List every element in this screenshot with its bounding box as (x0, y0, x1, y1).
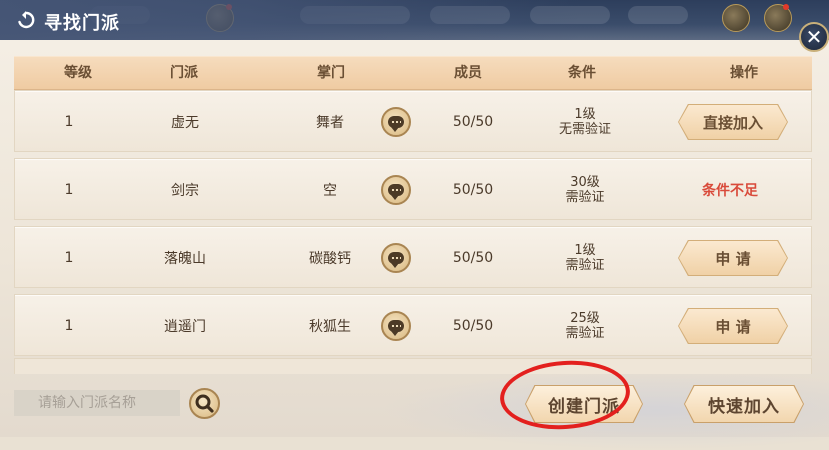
condition-level: 1级 (574, 243, 596, 258)
table-row: 1 逍遥门 秋狐生 50/50 25级 需验证 申 请 (14, 294, 812, 356)
header-sect: 门派 (170, 65, 198, 81)
condition-level: 30级 (570, 175, 600, 190)
condition-level: 1级 (574, 107, 596, 122)
row-level: 1 (64, 250, 74, 266)
back-arrow-icon[interactable] (16, 10, 36, 30)
table-row: 1 落魄山 碳酸钙 50/50 1级 需验证 申 请 (14, 226, 812, 288)
row-condition: 1级 需验证 (545, 227, 625, 289)
header-leader: 掌门 (317, 65, 345, 81)
search-icon (195, 394, 214, 413)
chat-icon[interactable] (381, 107, 411, 137)
condition-verify: 无需验证 (558, 122, 611, 137)
row-level: 1 (64, 182, 74, 198)
row-level: 1 (64, 114, 74, 130)
row-condition: 1级 无需验证 (545, 91, 625, 153)
direct-join-button[interactable]: 直接加入 (679, 105, 787, 139)
row-leader-name: 舞者 (316, 115, 344, 131)
condition-verify: 需验证 (565, 258, 605, 273)
row-condition: 30级 需验证 (545, 159, 625, 221)
chat-icon[interactable] (381, 175, 411, 205)
header-condition: 条件 (568, 65, 596, 81)
table-row: 1 虚无 舞者 50/50 1级 无需验证 直接加入 (14, 90, 812, 152)
apply-button[interactable]: 申 请 (679, 241, 787, 275)
table-row-partial (14, 358, 812, 374)
row-members: 50/50 (452, 182, 494, 198)
table-row: 1 剑宗 空 50/50 30级 需验证 条件不足 (14, 158, 812, 220)
condition-not-met-text: 条件不足 (702, 183, 758, 199)
row-sect-name: 逍遥门 (164, 319, 206, 335)
header-level: 等级 (64, 65, 92, 81)
header-members: 成员 (454, 65, 482, 81)
row-level: 1 (64, 318, 74, 334)
row-members: 50/50 (452, 114, 494, 130)
row-sect-name: 剑宗 (171, 183, 199, 199)
condition-level: 25级 (570, 311, 600, 326)
row-leader-name: 秋狐生 (309, 319, 351, 335)
search-button[interactable] (189, 388, 220, 419)
quick-join-button[interactable]: 快速加入 (685, 386, 803, 422)
condition-verify: 需验证 (565, 326, 605, 341)
chat-icon[interactable] (381, 311, 411, 341)
row-leader-name: 碳酸钙 (309, 251, 351, 267)
apply-button[interactable]: 申 请 (679, 309, 787, 343)
row-leader-name: 空 (323, 183, 337, 199)
row-sect-name: 虚无 (171, 115, 199, 131)
condition-verify: 需验证 (565, 190, 605, 205)
chat-icon[interactable] (381, 243, 411, 273)
table-header: 等级 门派 掌门 成员 条件 操作 (14, 56, 812, 90)
row-members: 50/50 (452, 318, 494, 334)
close-icon[interactable]: ✕ (799, 22, 829, 52)
row-sect-name: 落魄山 (164, 251, 206, 267)
title-bar: 寻找门派 (0, 0, 829, 40)
find-sect-panel: 等级 门派 掌门 成员 条件 操作 1 虚无 舞者 50/50 1级 无需验证 … (0, 40, 829, 450)
row-members: 50/50 (452, 250, 494, 266)
sect-name-search-input[interactable] (14, 390, 180, 416)
row-condition: 25级 需验证 (545, 295, 625, 357)
header-action: 操作 (730, 65, 758, 81)
page-title: 寻找门派 (44, 13, 120, 34)
